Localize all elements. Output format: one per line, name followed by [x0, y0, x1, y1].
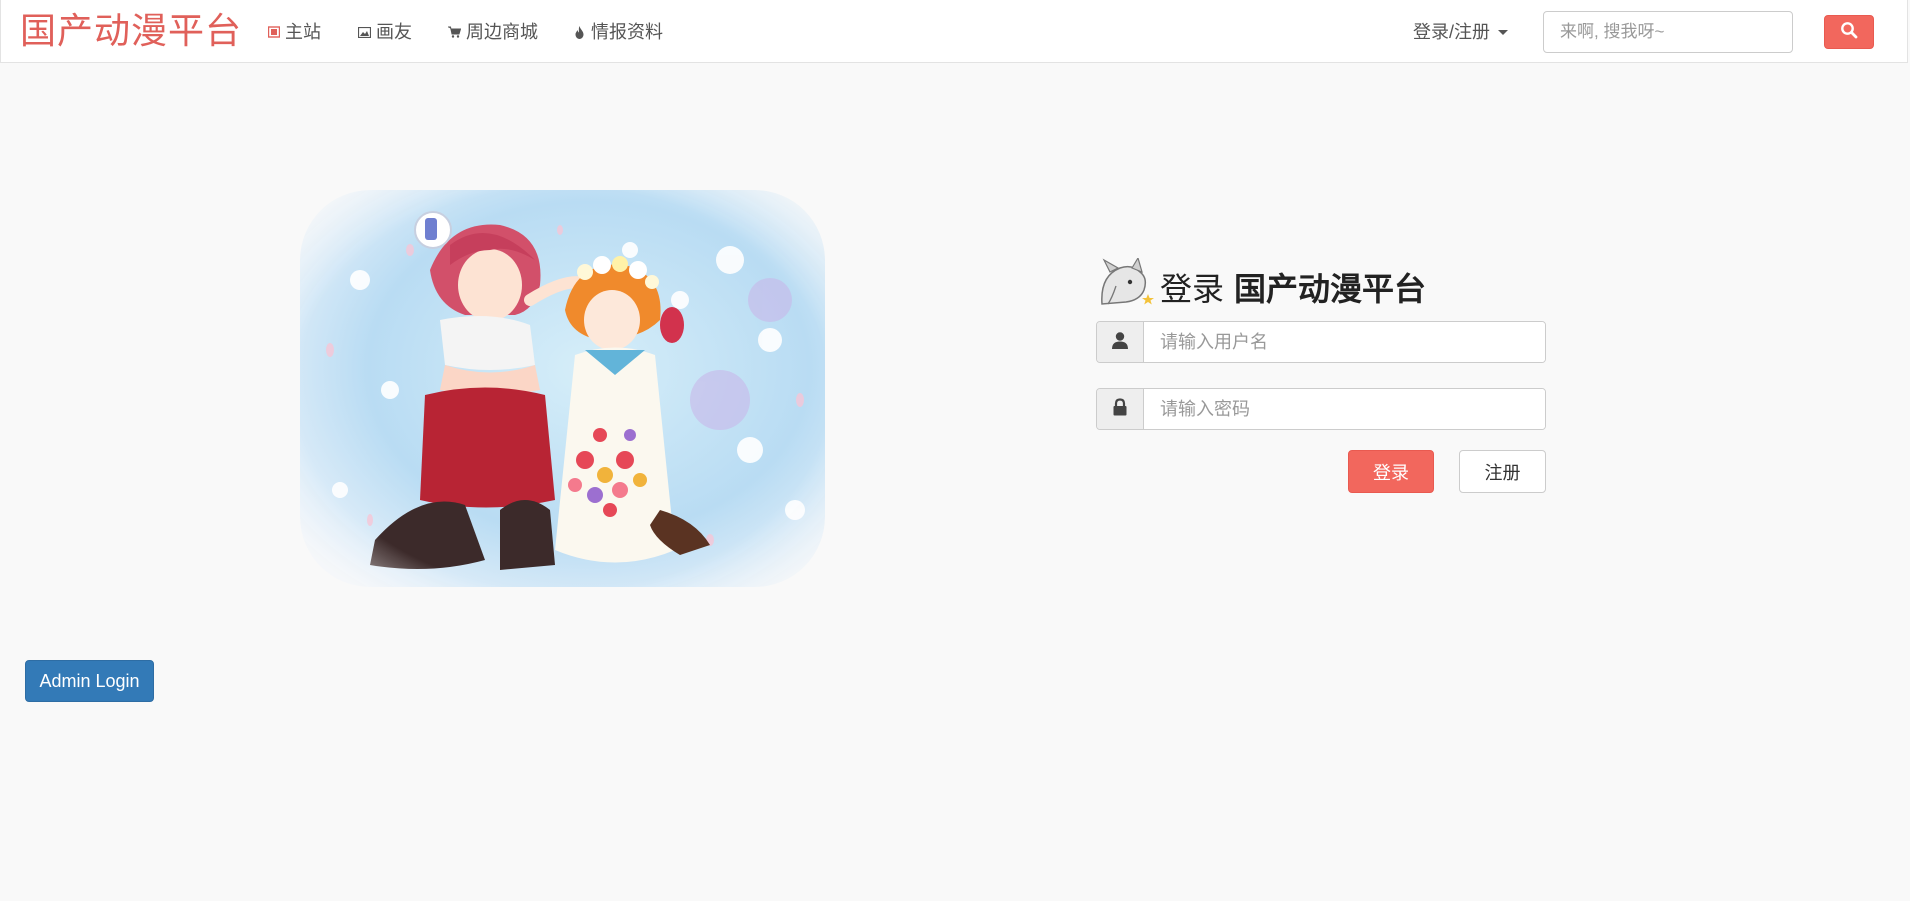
brand-logo[interactable]: 国产动漫平台 [20, 9, 242, 53]
lock-icon [1112, 397, 1128, 421]
password-input[interactable] [1144, 389, 1545, 429]
nav-item-label: 画友 [376, 22, 412, 42]
login-button[interactable]: 登录 [1348, 450, 1434, 493]
cart-icon [448, 26, 461, 39]
nav-item-main-site[interactable]: 主站 [267, 19, 321, 45]
picture-icon [358, 26, 371, 39]
search-button[interactable] [1824, 15, 1874, 49]
nav-item-label: 情报资料 [591, 22, 663, 42]
login-register-dropdown[interactable]: 登录/注册 [1413, 19, 1509, 45]
caret-down-icon [1498, 29, 1509, 35]
nav-item-label: 主站 [285, 22, 321, 42]
user-icon-addon [1097, 322, 1144, 362]
nav-item-info[interactable]: 情报资料 [573, 19, 663, 45]
admin-login-button[interactable]: Admin Login [25, 660, 154, 702]
mascot-icon [1096, 256, 1154, 316]
login-title: 登录 国产动漫平台 [1096, 256, 1427, 312]
nav-item-artists[interactable]: 画友 [358, 19, 412, 45]
search-icon [1840, 21, 1858, 44]
register-button[interactable]: 注册 [1459, 450, 1546, 493]
film-icon [267, 26, 280, 39]
user-icon [1111, 331, 1129, 354]
nav-item-shop[interactable]: 周边商城 [448, 19, 538, 45]
nav-item-label: 周边商城 [466, 22, 538, 42]
login-title-prefix: 登录 [1160, 271, 1225, 307]
anime-hero-illustration [300, 190, 825, 587]
login-title-brand: 国产动漫平台 [1234, 271, 1427, 307]
lock-icon-addon [1097, 389, 1144, 429]
search-input[interactable] [1543, 11, 1793, 53]
username-input-group [1096, 321, 1546, 363]
fire-icon [573, 25, 586, 39]
password-input-group [1096, 388, 1546, 430]
username-input[interactable] [1144, 322, 1545, 362]
login-register-label: 登录/注册 [1413, 22, 1491, 42]
top-navbar: 国产动漫平台 主站 画友 周边商城 情报资料 登录/注册 [0, 0, 1908, 63]
